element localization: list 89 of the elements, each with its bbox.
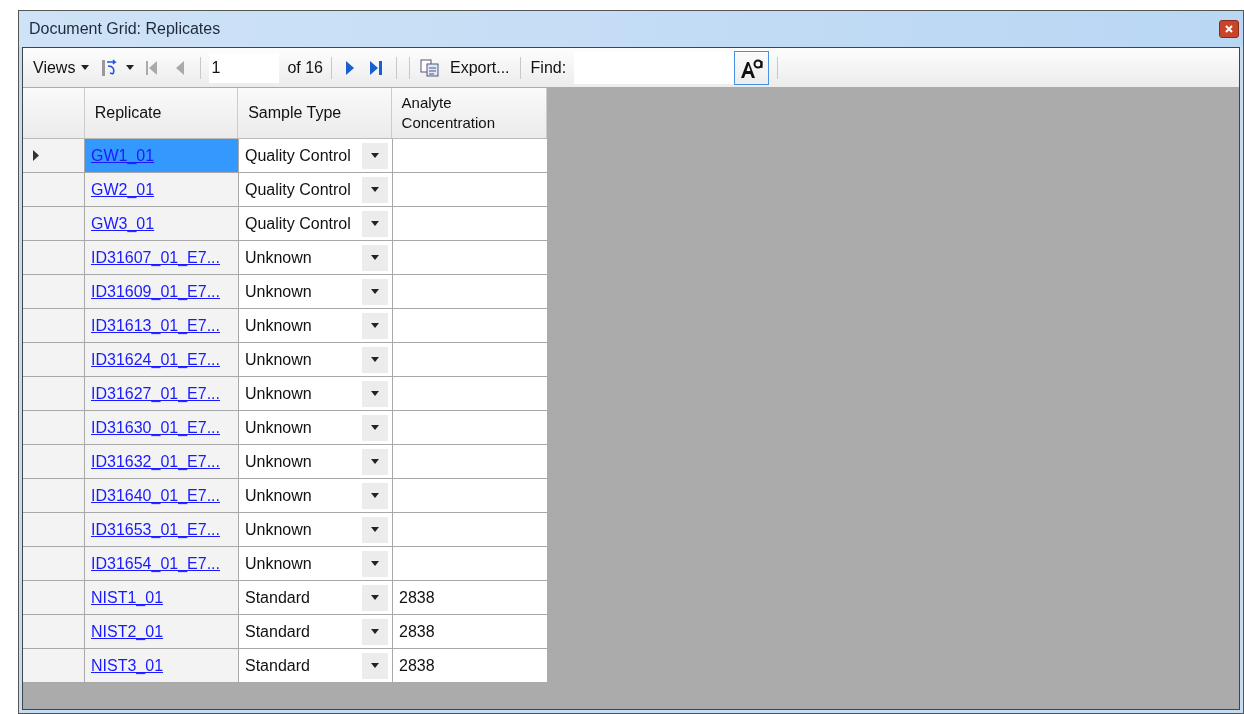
caret-icon	[371, 187, 379, 192]
copy-icon	[420, 58, 440, 77]
page-count: of 16	[287, 57, 323, 78]
sample-type: Quality Control	[245, 213, 351, 234]
replicate-link[interactable]: ID31627_01_E7...	[91, 381, 220, 406]
dropdown-button[interactable]	[362, 244, 388, 271]
close-icon	[1225, 25, 1233, 33]
dropdown-button[interactable]	[362, 414, 388, 441]
dropdown-button[interactable]	[362, 584, 388, 611]
concentration-value: 2838	[399, 621, 435, 642]
find-field[interactable]	[574, 51, 735, 84]
close-button[interactable]	[1219, 20, 1239, 38]
dropdown-button[interactable]	[362, 618, 388, 645]
sort-button[interactable]	[99, 57, 137, 78]
sample-type: Unknown	[245, 485, 312, 506]
next-icon	[346, 60, 354, 75]
font-button[interactable]	[734, 50, 770, 85]
caret-icon	[371, 221, 379, 226]
views-button[interactable]: Views	[31, 55, 92, 80]
caret-icon	[371, 459, 379, 464]
caret-icon	[371, 527, 379, 532]
concentration-value: 2838	[399, 587, 435, 608]
replicate-link[interactable]: ID31653_01_E7...	[91, 517, 220, 542]
replicate-link[interactable]: GW2_01	[91, 177, 155, 202]
replicate-link[interactable]: ID31624_01_E7...	[91, 347, 220, 372]
current-row-icon	[33, 150, 39, 161]
dropdown-button[interactable]	[362, 176, 388, 203]
caret-icon	[371, 357, 379, 362]
caret-icon	[371, 425, 379, 430]
first-page-icon	[146, 60, 159, 75]
caret-icon	[371, 255, 379, 260]
dropdown-button[interactable]	[362, 346, 388, 373]
caret-icon	[371, 323, 379, 328]
caret-icon	[371, 493, 379, 498]
column-header[interactable]: Analyte Concentration	[391, 88, 547, 138]
sample-type: Standard	[245, 655, 310, 676]
sample-type: Unknown	[245, 519, 312, 540]
replicate-link[interactable]: ID31640_01_E7...	[91, 483, 220, 508]
page-field[interactable]: 1	[209, 52, 280, 83]
sample-type: Quality Control	[245, 179, 351, 200]
replicate-link[interactable]: NIST1_01	[91, 585, 164, 610]
sample-type: Unknown	[245, 315, 312, 336]
dropdown-button[interactable]	[362, 516, 388, 543]
dropdown-button[interactable]	[362, 448, 388, 475]
dropdown-button[interactable]	[362, 380, 388, 407]
replicate-link[interactable]: ID31654_01_E7...	[91, 551, 220, 576]
caret-icon	[371, 595, 379, 600]
column-header[interactable]: Sample Type	[238, 88, 392, 138]
caret-icon	[371, 153, 379, 158]
sample-type: Unknown	[245, 451, 312, 472]
sample-type: Standard	[245, 621, 310, 642]
replicate-link[interactable]: NIST3_01	[91, 653, 164, 678]
replicate-link[interactable]: ID31607_01_E7...	[91, 245, 220, 270]
dropdown-button[interactable]	[362, 312, 388, 339]
caret-icon	[371, 289, 379, 294]
dropdown-button[interactable]	[362, 142, 388, 169]
dropdown-button[interactable]	[362, 550, 388, 577]
column-header[interactable]: Replicate	[84, 88, 239, 138]
sample-type: Unknown	[245, 281, 312, 302]
find-label: Find:	[530, 57, 567, 78]
replicate-link[interactable]: ID31630_01_E7...	[91, 415, 220, 440]
replicate-link[interactable]: NIST2_01	[91, 619, 164, 644]
corner-header	[23, 88, 85, 138]
replicate-link[interactable]: GW3_01	[91, 211, 155, 236]
concentration-value: 2838	[399, 655, 435, 676]
export-button[interactable]: Export...	[418, 55, 512, 80]
caret-icon	[371, 561, 379, 566]
caret-icon	[371, 629, 379, 634]
dropdown-button[interactable]	[362, 482, 388, 509]
sample-type: Unknown	[245, 417, 312, 438]
sample-type: Unknown	[245, 553, 312, 574]
caret-icon	[81, 65, 90, 70]
replicate-link[interactable]: ID31609_01_E7...	[91, 279, 220, 304]
window-title: Document Grid: Replicates	[29, 19, 221, 39]
sample-type: Standard	[245, 587, 310, 608]
replicate-link[interactable]: ID31632_01_E7...	[91, 449, 220, 474]
sample-type: Unknown	[245, 383, 312, 404]
replicate-link[interactable]: ID31613_01_E7...	[91, 313, 220, 338]
dropdown-button[interactable]	[362, 652, 388, 679]
caret-icon	[371, 663, 379, 668]
sample-type: Quality Control	[245, 145, 351, 166]
dropdown-button[interactable]	[362, 210, 388, 237]
last-page-icon	[370, 60, 382, 75]
dropdown-button[interactable]	[362, 278, 388, 305]
previous-icon	[176, 60, 185, 75]
caret-icon	[126, 65, 135, 70]
sample-type: Unknown	[245, 247, 312, 268]
caret-icon	[371, 391, 379, 396]
sample-type: Unknown	[245, 349, 312, 370]
